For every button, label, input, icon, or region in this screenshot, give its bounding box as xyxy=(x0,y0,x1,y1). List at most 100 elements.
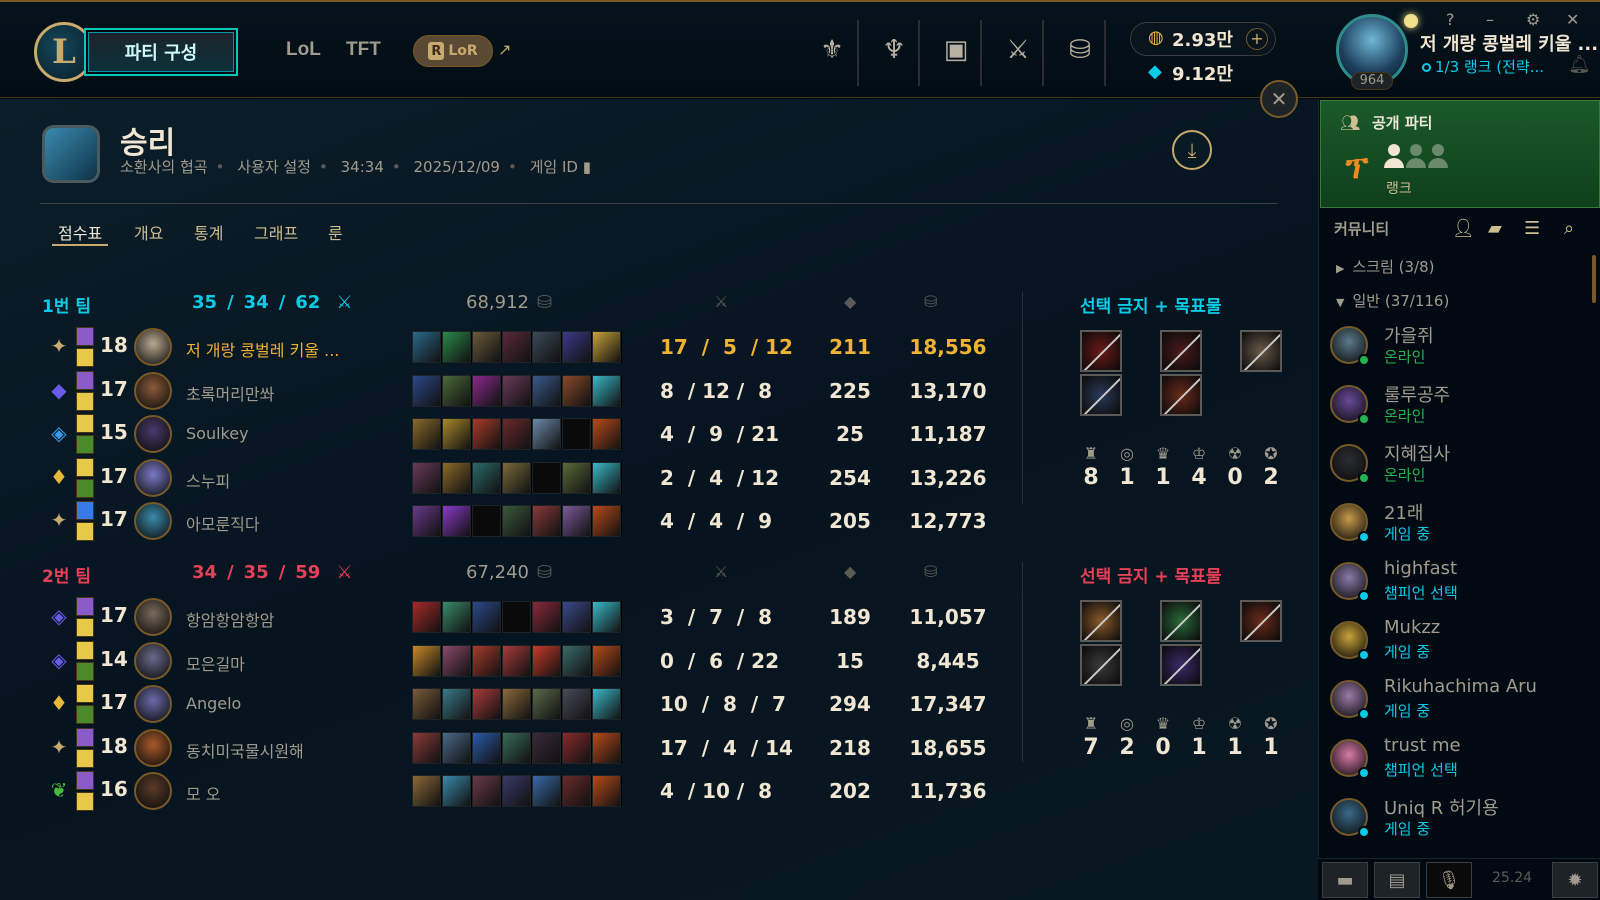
friend-item[interactable]: Uniq R 허기용 게임 중 xyxy=(1326,794,1586,850)
champion-portrait[interactable] xyxy=(134,372,172,410)
item-icon[interactable] xyxy=(562,601,591,633)
friend-item[interactable]: trust me 챔피언 선택 xyxy=(1326,735,1586,791)
player-row[interactable]: ✦ 18 저 개랑 콩벌레 키울 ... 17 / 5 / 12 211 18,556 xyxy=(40,327,1000,367)
item-icon[interactable] xyxy=(532,505,561,537)
item-icon[interactable] xyxy=(502,688,531,720)
friend-item[interactable]: 가을쥐 온라인 xyxy=(1326,322,1586,378)
friend-item[interactable]: highfast 챔피언 선택 xyxy=(1326,558,1586,614)
player-name[interactable]: 모 오 xyxy=(186,781,221,805)
item-icon[interactable] xyxy=(562,462,591,494)
item-icon[interactable] xyxy=(442,645,471,677)
item-icon[interactable] xyxy=(502,645,531,677)
item-icon[interactable] xyxy=(502,462,531,494)
item-icon[interactable] xyxy=(442,732,471,764)
item-icon[interactable] xyxy=(502,331,531,363)
champion-portrait[interactable] xyxy=(134,642,172,680)
item-icon[interactable] xyxy=(442,601,471,633)
game-id-label[interactable]: 게임 ID xyxy=(530,158,578,176)
champion-portrait[interactable] xyxy=(134,729,172,767)
clash-icon[interactable]: ♆ xyxy=(874,30,914,70)
item-icon[interactable] xyxy=(562,688,591,720)
tab-overview[interactable]: 개요 xyxy=(134,220,163,244)
tab-tft[interactable]: TFT xyxy=(346,39,381,61)
item-icon[interactable] xyxy=(412,375,441,407)
item-icon[interactable] xyxy=(412,775,441,807)
missions-icon[interactable]: ▤ xyxy=(1374,862,1420,898)
player-row[interactable]: ◈ 15 Soulkey 4 / 9 / 21 25 11,187 xyxy=(40,414,1000,454)
buy-rp-button[interactable]: + xyxy=(1246,28,1268,50)
player-row[interactable]: ◈ 17 항암항암항암 3 / 7 / 8 189 11,057 xyxy=(40,597,1000,637)
item-icon[interactable] xyxy=(412,688,441,720)
item-icon[interactable] xyxy=(412,331,441,363)
friend-item[interactable]: 21래 게임 중 xyxy=(1326,499,1586,555)
settings-icon[interactable]: ⚙ xyxy=(1526,10,1540,29)
item-icon[interactable] xyxy=(472,601,501,633)
item-icon[interactable] xyxy=(442,418,471,450)
item-icon[interactable] xyxy=(532,645,561,677)
close-match-button[interactable]: ✕ xyxy=(1260,80,1298,118)
item-icon[interactable] xyxy=(472,375,501,407)
copy-icon[interactable]: ▮ xyxy=(583,158,591,176)
item-icon[interactable] xyxy=(502,732,531,764)
item-icon[interactable] xyxy=(562,418,591,450)
item-icon[interactable] xyxy=(532,732,561,764)
party-button[interactable]: 파티 구성 xyxy=(84,28,238,76)
friend-item[interactable]: 지혜집사 온라인 xyxy=(1326,440,1586,496)
player-row[interactable]: ❦ 16 모 오 4 / 10 / 8 202 11,736 xyxy=(40,771,1000,811)
item-icon[interactable] xyxy=(562,645,591,677)
player-row[interactable]: ◆ 17 초록머리만쏴 8 / 12 / 8 225 13,170 xyxy=(40,371,1000,411)
lor-button[interactable]: R LoR xyxy=(413,35,493,67)
download-button[interactable]: ⤓ xyxy=(1172,130,1212,170)
item-icon[interactable] xyxy=(532,601,561,633)
close-window-icon[interactable]: ✕ xyxy=(1566,10,1579,29)
minimize-icon[interactable]: – xyxy=(1486,10,1494,29)
add-friend-icon[interactable]: 👤︎ xyxy=(1452,218,1475,239)
item-icon[interactable] xyxy=(472,331,501,363)
help-icon[interactable]: ? xyxy=(1446,10,1455,29)
profile-status[interactable]: 1/3 랭크 (전략... xyxy=(1422,56,1544,77)
item-icon[interactable] xyxy=(592,775,621,807)
loot-icon[interactable]: ▣ xyxy=(936,30,976,70)
item-icon[interactable] xyxy=(592,375,621,407)
store-icon[interactable]: ⛁ xyxy=(1060,30,1100,70)
item-icon[interactable] xyxy=(562,775,591,807)
item-icon[interactable] xyxy=(472,505,501,537)
item-icon[interactable] xyxy=(502,775,531,807)
item-icon[interactable] xyxy=(442,331,471,363)
mic-icon[interactable]: 🎙︎ xyxy=(1426,862,1472,898)
item-icon[interactable] xyxy=(442,375,471,407)
item-icon[interactable] xyxy=(562,505,591,537)
worlds-icon[interactable]: ⚜ xyxy=(812,30,852,70)
item-icon[interactable] xyxy=(532,462,561,494)
player-row[interactable]: ♦ 17 스누피 2 / 4 / 12 254 13,226 xyxy=(40,458,1000,498)
player-name[interactable]: 항암항암항암 xyxy=(186,607,274,631)
item-icon[interactable] xyxy=(532,418,561,450)
item-icon[interactable] xyxy=(472,775,501,807)
friend-item[interactable]: Mukzz 게임 중 xyxy=(1326,617,1586,673)
player-row[interactable]: ◈ 14 모은길마 0 / 6 / 22 15 8,445 xyxy=(40,641,1000,681)
collection-icon[interactable]: ⚔ xyxy=(998,30,1038,70)
tab-stats[interactable]: 통계 xyxy=(194,220,223,244)
item-icon[interactable] xyxy=(502,505,531,537)
item-icon[interactable] xyxy=(592,418,621,450)
item-icon[interactable] xyxy=(502,375,531,407)
item-icon[interactable] xyxy=(592,688,621,720)
item-icon[interactable] xyxy=(592,331,621,363)
tab-lol[interactable]: LoL xyxy=(286,39,321,61)
item-icon[interactable] xyxy=(592,645,621,677)
item-icon[interactable] xyxy=(532,688,561,720)
player-name[interactable]: 초록머리만쏴 xyxy=(186,381,274,405)
player-row[interactable]: ✦ 17 아모룬직다 4 / 4 / 9 205 12,773 xyxy=(40,501,1000,541)
champion-portrait[interactable] xyxy=(134,502,172,540)
player-name[interactable]: Soulkey xyxy=(186,424,249,443)
item-icon[interactable] xyxy=(562,732,591,764)
party-member-slot[interactable] xyxy=(1406,144,1426,170)
item-icon[interactable] xyxy=(472,732,501,764)
item-icon[interactable] xyxy=(442,462,471,494)
bell-icon[interactable]: 🔔︎ xyxy=(1568,54,1591,75)
player-name[interactable]: 동치미국물시원해 xyxy=(186,738,304,762)
item-icon[interactable] xyxy=(442,505,471,537)
search-icon[interactable]: ⌕ xyxy=(1564,218,1574,239)
player-row[interactable]: ✦ 18 동치미국물시원해 17 / 4 / 14 218 18,655 xyxy=(40,728,1000,768)
bug-report-icon[interactable]: ✹ xyxy=(1552,862,1598,898)
